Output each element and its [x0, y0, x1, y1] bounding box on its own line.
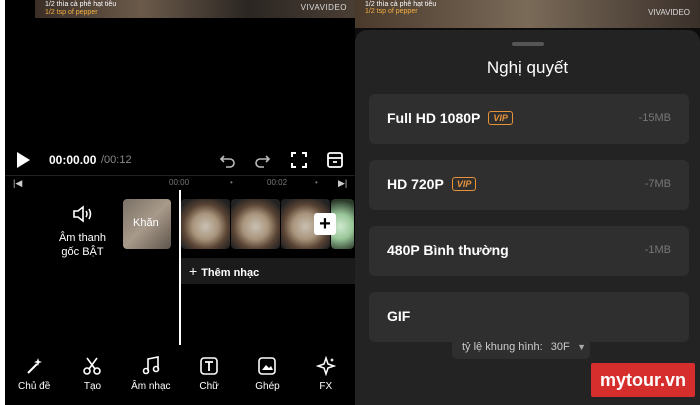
add-music-label: Thêm nhạc: [201, 267, 260, 279]
video-caption: 1/2 thìa cà phê hạt tiêu 1/2 tsp of pepp…: [365, 1, 437, 15]
original-audio-toggle[interactable]: Âm thanh gốc BẬT: [45, 205, 120, 259]
music-note-icon: [142, 356, 160, 375]
total-time: /00:12: [101, 154, 132, 166]
option-720p[interactable]: HD 720P VIP -7MB: [369, 160, 689, 210]
tool-label: Tạo: [83, 381, 102, 392]
text-icon: [200, 357, 218, 375]
option-label: Full HD 1080P VIP: [387, 110, 513, 126]
video-clip-thumb[interactable]: [181, 199, 231, 249]
tool-theme[interactable]: Chủ đề: [7, 352, 62, 405]
tool-fx[interactable]: FX: [298, 352, 353, 405]
video-caption: 1/2 thìa cà phê hạt tiêu 1/2 tsp of pepp…: [45, 1, 117, 16]
add-clip-button[interactable]: +: [314, 213, 336, 235]
vip-badge: VIP: [451, 177, 477, 191]
skip-start-icon[interactable]: |◀: [13, 178, 22, 189]
option-size: -15MB: [638, 112, 671, 124]
ratio-value: 30F: [550, 341, 570, 353]
watermark: VIVAVIDEO: [300, 3, 347, 12]
ruler-dot: •: [315, 178, 318, 187]
tool-label: Chủ đề: [18, 381, 51, 392]
speaker-icon: [72, 205, 91, 223]
tool-overlay[interactable]: Ghép: [240, 352, 295, 405]
clip-text: Khăn: [133, 217, 159, 229]
tool-music[interactable]: Âm nhạc: [123, 352, 178, 405]
tool-label: FX: [319, 381, 333, 392]
option-1080p[interactable]: Full HD 1080P VIP -15MB: [369, 94, 689, 144]
option-480p[interactable]: 480P Bình thường -1MB: [369, 226, 689, 276]
add-music-button[interactable]: + Thêm nhạc: [181, 258, 355, 284]
sparkle-icon: [315, 356, 336, 376]
tool-label: Âm nhạc: [131, 381, 171, 392]
ruler-tick: 00:02: [267, 178, 288, 187]
frame-rate-select[interactable]: tỷ lệ khung hình: 30F ▼: [452, 335, 590, 359]
brand-logo: mytour.vn: [591, 363, 695, 397]
vip-badge: VIP: [488, 111, 513, 125]
export-panel: 1/2 thìa cà phê hạt tiêu 1/2 tsp of pepp…: [355, 0, 700, 405]
image-overlay-icon: [258, 357, 277, 375]
redo-icon[interactable]: [252, 150, 272, 170]
watermark: VIVAVIDEO: [648, 8, 690, 17]
sheet-title: Nghị quyết: [486, 58, 569, 77]
export-frame-icon[interactable]: [325, 150, 345, 170]
playback-bar: 00:00.00 /00:12: [5, 145, 355, 175]
tool-label: Chữ: [199, 381, 219, 392]
editor-panel: 1/2 thìa cà phê hạt tiêu 1/2 tsp of pepp…: [5, 0, 355, 405]
option-size: -1MB: [644, 244, 671, 256]
text-clip[interactable]: Khăn: [123, 199, 171, 249]
option-size: -7MB: [644, 178, 671, 190]
option-label: GIF: [387, 308, 411, 324]
magic-wand-icon: [27, 358, 43, 374]
ruler-tick: 00:00: [169, 178, 190, 187]
ruler-dot: •: [230, 178, 233, 187]
audio-label-line1: Âm thanh: [58, 232, 107, 244]
option-label: 480P Bình thường: [387, 242, 509, 258]
video-preview-dimmed: 1/2 thìa cà phê hạt tiêu 1/2 tsp of pepp…: [355, 0, 700, 28]
bottom-toolbar: Chủ đề Tạo Âm nhạc Chữ Ghép FX: [5, 352, 355, 405]
audio-label-line2: gốc BẬT: [61, 246, 104, 258]
tool-create[interactable]: Tạo: [65, 352, 120, 405]
play-icon[interactable]: [17, 152, 30, 168]
undo-icon[interactable]: [218, 150, 238, 170]
chevron-down-icon: ▼: [577, 342, 586, 352]
video-preview[interactable]: 1/2 thìa cà phê hạt tiêu 1/2 tsp of pepp…: [35, 0, 355, 18]
tool-label: Ghép: [255, 381, 280, 392]
scissors-icon: [83, 357, 102, 375]
ratio-label: tỷ lệ khung hình:: [462, 341, 543, 353]
fullscreen-icon[interactable]: [289, 150, 309, 170]
plus-icon: +: [189, 263, 198, 279]
tool-text[interactable]: Chữ: [182, 352, 237, 405]
sheet-drag-handle[interactable]: [512, 42, 544, 46]
skip-end-icon[interactable]: ▶|: [338, 178, 347, 189]
option-label: HD 720P VIP: [387, 176, 477, 192]
current-time: 00:00.00: [49, 153, 97, 167]
video-clip-thumb[interactable]: [231, 199, 281, 249]
